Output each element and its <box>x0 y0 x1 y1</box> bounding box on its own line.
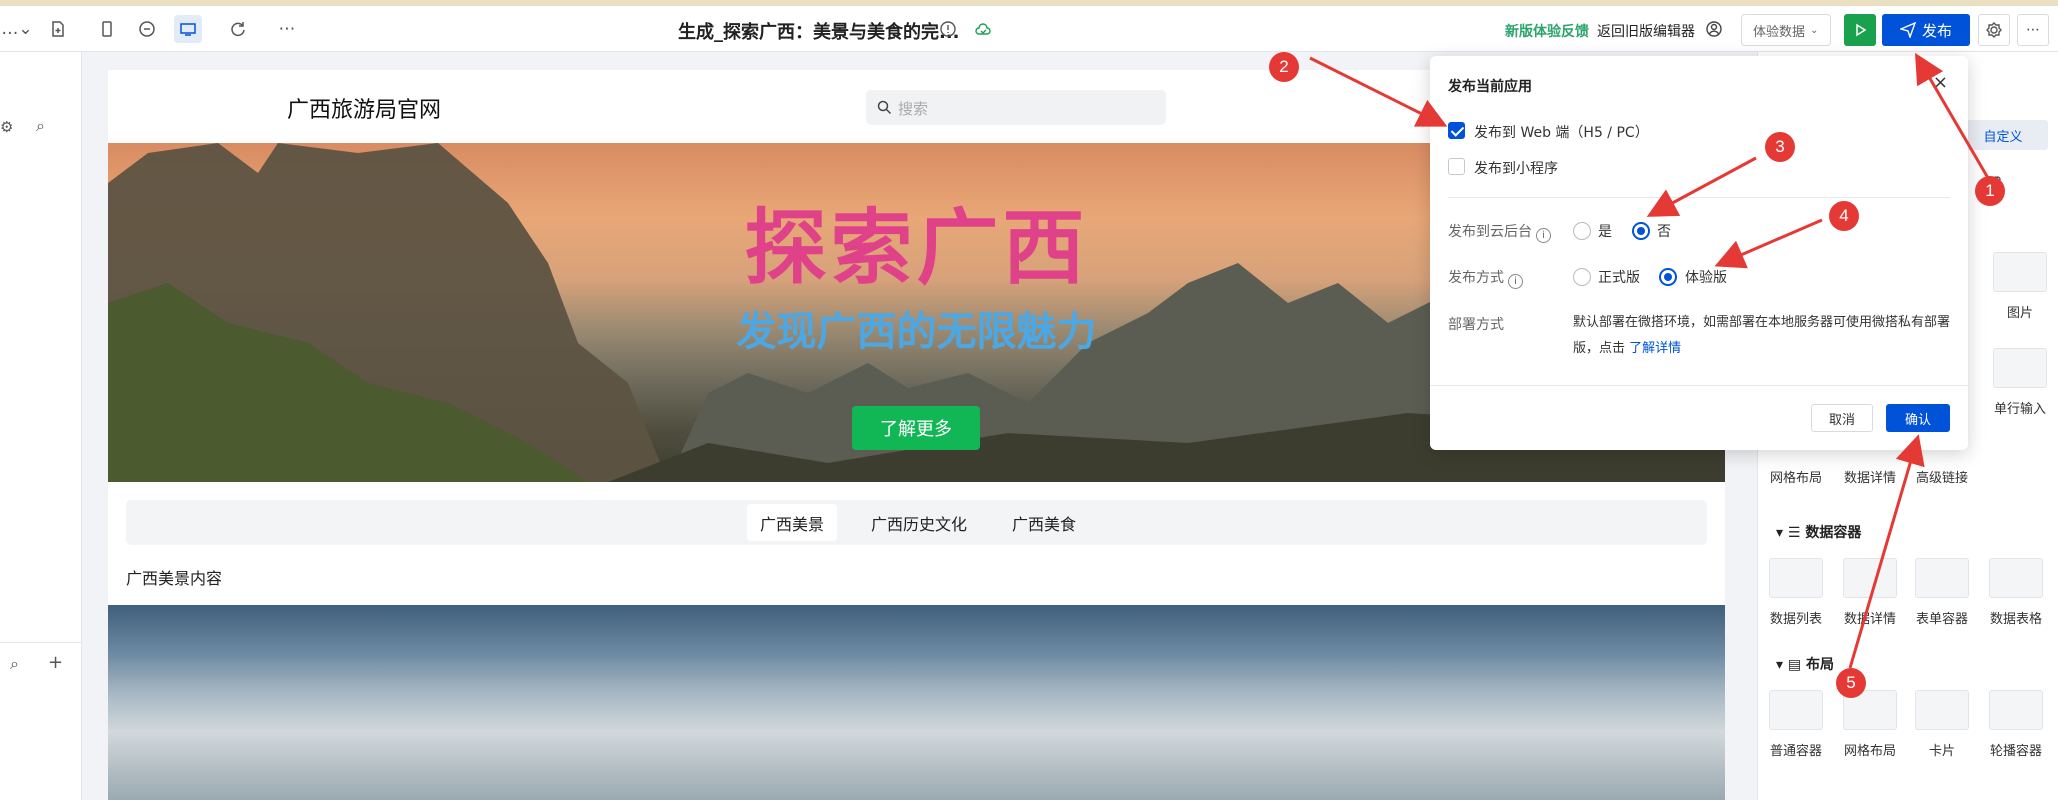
arrow-5 <box>1848 434 1925 669</box>
annotation-badge-5: 5 <box>1836 668 1866 698</box>
arrow-1 <box>1914 52 1990 179</box>
annotation-badge-3: 3 <box>1765 132 1795 162</box>
annotation-badge-4: 4 <box>1829 201 1859 231</box>
arrow-3 <box>1646 156 1757 217</box>
annotation-badge-1: 1 <box>1975 176 2005 206</box>
arrow-4 <box>1714 218 1823 269</box>
annotation-badge-2: 2 <box>1269 52 1299 82</box>
arrow-2 <box>1309 56 1448 127</box>
annotation-arrows <box>1309 52 1990 669</box>
